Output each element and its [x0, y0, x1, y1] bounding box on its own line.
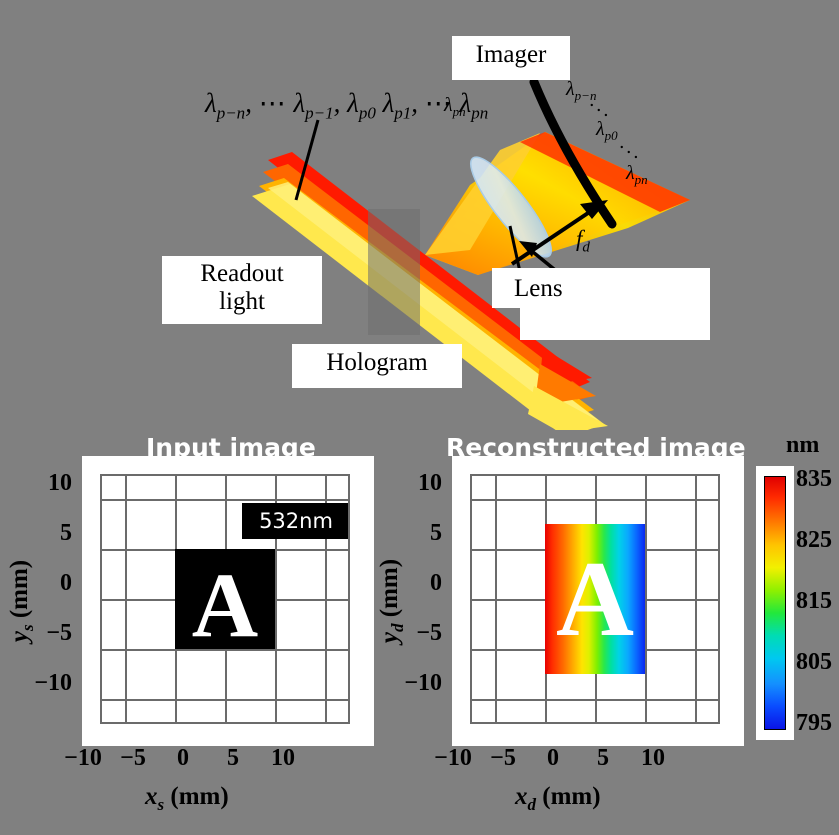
wavelength-badge: 532nm	[242, 503, 348, 539]
imager-lambda-sub-1: p0	[604, 128, 618, 143]
lambda-sub-4: p1	[394, 103, 412, 123]
hologram-label-box: Hologram	[292, 344, 462, 388]
right-yaxis-sub: d	[388, 623, 407, 632]
imager-label-box: Imager	[452, 36, 570, 80]
reconstructed-image-block: A	[545, 524, 645, 674]
left-xaxis-label: xs (mm)	[145, 783, 229, 815]
imager-lambda-label-1: λp0	[596, 118, 618, 144]
lambda-comma-2: ,	[333, 88, 341, 118]
lambda-sym-2: λ	[293, 88, 306, 118]
lens-label: Lens	[514, 275, 563, 302]
lambda-sub-5: pn	[471, 103, 489, 123]
lambda-sub-1: p−n	[216, 103, 246, 123]
lambda-ellipsis-1: ⋯	[258, 88, 287, 118]
lambda-sym-3: λ	[347, 88, 359, 118]
input-letter-a: A	[191, 554, 259, 656]
reconstructed-letter-a: A	[556, 540, 634, 659]
colorbar-panel	[756, 466, 794, 740]
right-yaxis-sym: y	[376, 631, 403, 644]
right-ytick-0: 10	[418, 470, 442, 496]
right-xaxis-sub: d	[527, 795, 537, 814]
colorbar-tick-0: 835	[796, 466, 832, 492]
left-ytick-4: −10	[34, 670, 72, 696]
imager-lambda-sym-2: λ	[626, 162, 635, 184]
gridline-h	[102, 499, 348, 501]
lambda-sub-3: p0	[358, 103, 376, 123]
left-yaxis-sub: s	[18, 624, 37, 632]
focal-distance-sub: d	[582, 239, 590, 256]
colorbar-tick-2: 815	[796, 588, 832, 614]
left-yaxis-unit: (mm)	[6, 559, 33, 619]
hologram-label: Hologram	[326, 349, 428, 376]
gridline-h	[472, 699, 718, 701]
colorbar-tick-4: 795	[796, 710, 832, 736]
colorbar-unit-label: nm	[786, 432, 820, 458]
input-image-plot: A 532nm	[82, 456, 374, 746]
gridline-h	[472, 499, 718, 501]
left-xaxis-unit: (mm)	[170, 783, 229, 810]
readout-label-line2: light	[219, 288, 265, 315]
lambda-sym-4: λ	[382, 88, 395, 118]
lambda-comma-4: ,	[411, 88, 419, 118]
lambda-sub-2: p−1	[305, 103, 334, 123]
colorbar-tick-3: 805	[796, 649, 832, 675]
left-xaxis-sym: x	[145, 783, 158, 810]
imager-lambda-label-2: λpn	[626, 162, 648, 188]
readout-label-box: Readout light	[162, 256, 322, 324]
reconstructed-image-axes: A	[470, 474, 720, 724]
colorbar-tick-1: 825	[796, 527, 832, 553]
beam-lambda-pn-sub: pn	[452, 104, 466, 119]
readout-label-line1: Readout	[200, 260, 284, 287]
hologram-plate	[368, 209, 420, 335]
left-xtick-4: 10	[271, 745, 295, 771]
beam-lambda-pn-label: λpn	[444, 94, 466, 120]
input-image-block: A	[175, 549, 275, 656]
imager-lambda-sub-2: pn	[634, 172, 648, 187]
beam-lambda-pn-sym: λ	[444, 94, 453, 116]
input-image-axes: A 532nm	[100, 474, 350, 724]
left-yaxis-sym: y	[6, 631, 33, 643]
imager-label: Imager	[475, 41, 547, 68]
right-yaxis-unit: (mm)	[376, 558, 403, 618]
diffracted-beam-cone	[425, 132, 690, 275]
left-ytick-0: 10	[48, 470, 72, 496]
left-yaxis-label: ys (mm)	[6, 541, 38, 661]
imager-lambda-sym-1: λ	[596, 118, 605, 140]
lens-label-box: Lens	[492, 268, 710, 308]
left-xaxis-sub: s	[157, 795, 165, 814]
reconstructed-image-plot: A	[452, 456, 744, 746]
colorbar-gradient	[764, 476, 786, 730]
lambda-sym-1: λ	[205, 88, 217, 118]
right-yaxis-label: yd (mm)	[376, 541, 408, 661]
right-xaxis-label: xd (mm)	[515, 783, 601, 815]
lambda-comma-1: ,	[245, 88, 252, 118]
optical-setup-diagram: Imager Readout light Hologram Lens λp−n,…	[0, 0, 839, 430]
gridline-h	[102, 699, 348, 701]
focal-distance-label: fd	[576, 226, 590, 257]
right-ytick-4: −10	[404, 670, 442, 696]
right-xaxis-sym: x	[515, 783, 528, 810]
figure-root: Imager Readout light Hologram Lens λp−n,…	[0, 0, 839, 835]
right-xtick-4: 10	[641, 745, 665, 771]
imager-lambda-sym-0: λ	[566, 78, 575, 100]
right-xaxis-unit: (mm)	[542, 783, 601, 810]
